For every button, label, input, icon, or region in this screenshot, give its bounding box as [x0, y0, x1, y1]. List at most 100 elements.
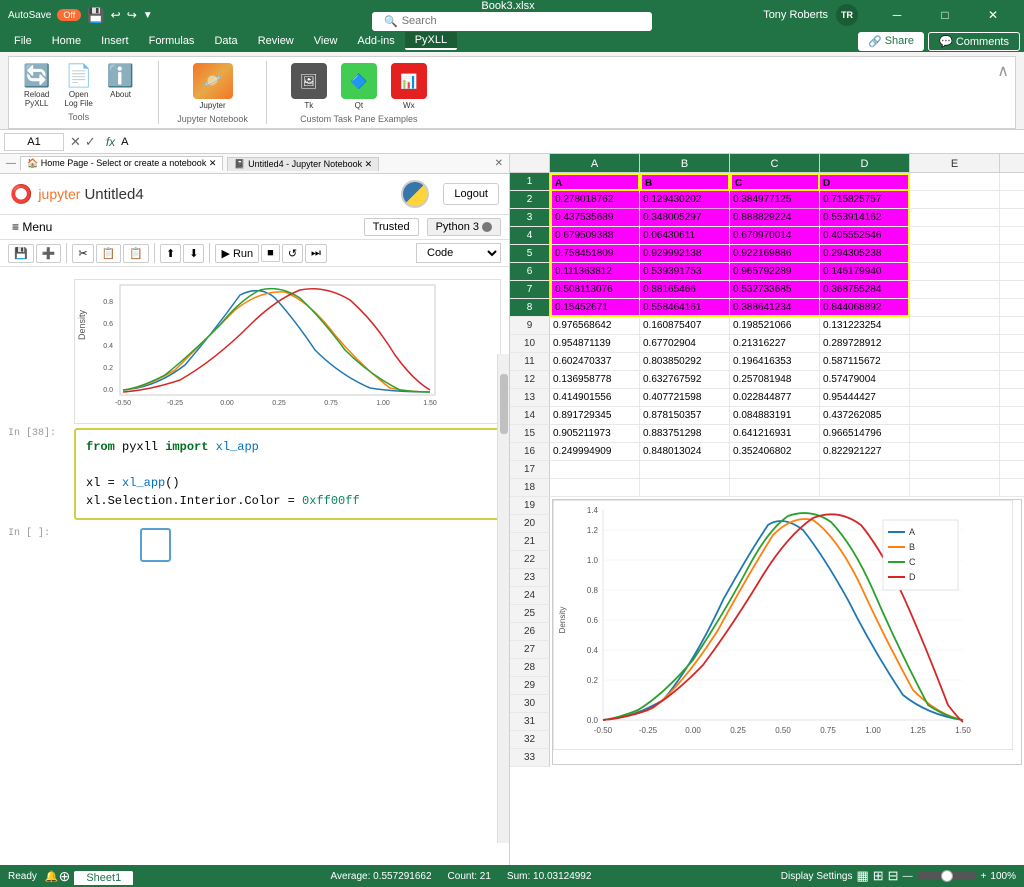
- cell-b14[interactable]: 0.878150357: [640, 407, 730, 425]
- panel-close-button[interactable]: ✕: [495, 158, 503, 169]
- page-layout-icon[interactable]: ⊞: [873, 868, 884, 884]
- cell-d8[interactable]: 0.844068892: [820, 299, 910, 317]
- cell-e17[interactable]: [910, 461, 1000, 479]
- paste-cell-button[interactable]: 📋: [123, 244, 149, 263]
- zoom-plus-icon[interactable]: +: [981, 871, 987, 882]
- menu-review[interactable]: Review: [248, 33, 304, 49]
- cell-e10[interactable]: [910, 335, 1000, 353]
- jupyter-button[interactable]: 🪐 Jupyter: [187, 61, 239, 112]
- col-header-d[interactable]: D: [820, 154, 910, 172]
- cell-d9[interactable]: 0.131223254: [820, 317, 910, 335]
- close-button[interactable]: ✕: [970, 0, 1016, 30]
- cell-b18[interactable]: [640, 479, 730, 497]
- fast-forward-button[interactable]: ⏭: [305, 244, 327, 263]
- cut-cell-button[interactable]: ✂: [72, 244, 93, 263]
- cell-a14[interactable]: 0.891729345: [550, 407, 640, 425]
- jupyter-scrollbar[interactable]: [497, 354, 509, 843]
- cell-e13[interactable]: [910, 389, 1000, 407]
- cell-c7[interactable]: 0.532733685: [730, 281, 820, 299]
- add-cell-button[interactable]: ➕: [36, 244, 62, 263]
- cell-a5[interactable]: 0.758451809: [550, 245, 640, 263]
- cell-c1[interactable]: C: [730, 173, 820, 191]
- cell-a11[interactable]: 0.602470337: [550, 353, 640, 371]
- cell-d1[interactable]: D: [820, 173, 910, 191]
- cell-c3[interactable]: 0.888829224: [730, 209, 820, 227]
- cell-c8[interactable]: 0.388641234: [730, 299, 820, 317]
- cell-c17[interactable]: [730, 461, 820, 479]
- cell-e1[interactable]: [910, 173, 1000, 191]
- cell-c4[interactable]: 0.670970014: [730, 227, 820, 245]
- open-log-button[interactable]: 📄 OpenLog File: [58, 61, 98, 110]
- logout-button[interactable]: Logout: [443, 183, 499, 205]
- save-notebook-button[interactable]: 💾: [8, 244, 34, 263]
- display-settings[interactable]: Display Settings: [781, 871, 853, 882]
- cell-a10[interactable]: 0.954871139: [550, 335, 640, 353]
- tk-button[interactable]: 🖼 Tk: [285, 61, 333, 112]
- interrupt-button[interactable]: ■: [261, 244, 280, 262]
- cell-b12[interactable]: 0.632767592: [640, 371, 730, 389]
- save-icon[interactable]: 💾: [87, 7, 104, 24]
- cell-b16[interactable]: 0.848013024: [640, 443, 730, 461]
- formula-confirm-icon[interactable]: ✓: [85, 134, 96, 150]
- col-header-a[interactable]: A: [550, 154, 640, 172]
- cell-e5[interactable]: [910, 245, 1000, 263]
- cell-d17[interactable]: [820, 461, 910, 479]
- minimize-button[interactable]: ─: [874, 0, 920, 30]
- cell-e14[interactable]: [910, 407, 1000, 425]
- copy-cell-button[interactable]: 📋: [96, 244, 122, 263]
- cell-d4[interactable]: 0.405552546: [820, 227, 910, 245]
- cell-c16[interactable]: 0.352406802: [730, 443, 820, 461]
- autosave-toggle[interactable]: Off: [57, 9, 81, 21]
- cell-b1[interactable]: B: [640, 173, 730, 191]
- cell-b15[interactable]: 0.883751298: [640, 425, 730, 443]
- panel-tab-homepage[interactable]: 🏠 Home Page - Select or create a noteboo…: [20, 156, 223, 171]
- cell-c10[interactable]: 0.21316227: [730, 335, 820, 353]
- cell-b9[interactable]: 0.160875407: [640, 317, 730, 335]
- wx-button[interactable]: 📊 Wx: [385, 61, 433, 112]
- cell-d13[interactable]: 0.95444427: [820, 389, 910, 407]
- page-break-icon[interactable]: ⊟: [888, 868, 899, 884]
- zoom-minus-icon[interactable]: —: [903, 871, 913, 882]
- cell-a17[interactable]: [550, 461, 640, 479]
- cell-a12[interactable]: 0.136958778: [550, 371, 640, 389]
- cell-b17[interactable]: [640, 461, 730, 479]
- qt-button[interactable]: 🔷 Qt: [335, 61, 383, 112]
- cell-c12[interactable]: 0.257081948: [730, 371, 820, 389]
- cell-d15[interactable]: 0.966514796: [820, 425, 910, 443]
- comments-button[interactable]: 💬 Comments: [928, 32, 1020, 51]
- cell-e15[interactable]: [910, 425, 1000, 443]
- formula-cancel-icon[interactable]: ✕: [70, 134, 81, 150]
- cell-e4[interactable]: [910, 227, 1000, 245]
- cell-d11[interactable]: 0.587115672: [820, 353, 910, 371]
- cell-c6[interactable]: 0.965792289: [730, 263, 820, 281]
- cell-a18[interactable]: [550, 479, 640, 497]
- cell-c14[interactable]: 0.084883191: [730, 407, 820, 425]
- cell-c11[interactable]: 0.196416353: [730, 353, 820, 371]
- menu-pyxll[interactable]: PyXLL: [405, 32, 457, 50]
- cell-e16[interactable]: [910, 443, 1000, 461]
- undo-icon[interactable]: ↩: [111, 8, 121, 22]
- notebook-name[interactable]: Untitled4: [84, 186, 143, 203]
- cell-a7[interactable]: 0.508113076: [550, 281, 640, 299]
- cell-c5[interactable]: 0.922169886: [730, 245, 820, 263]
- cell-b13[interactable]: 0.407721598: [640, 389, 730, 407]
- cell-d3[interactable]: 0.553914162: [820, 209, 910, 227]
- cell-e18[interactable]: [910, 479, 1000, 497]
- cell-e12[interactable]: [910, 371, 1000, 389]
- panel-tab-notebook[interactable]: 📓 Untitled4 - Jupyter Notebook ✕: [227, 157, 379, 171]
- cell-b3[interactable]: 0.348005297: [640, 209, 730, 227]
- cell-a13[interactable]: 0.414901556: [550, 389, 640, 407]
- cell-d16[interactable]: 0.822921227: [820, 443, 910, 461]
- cell-b2[interactable]: 0.129430202: [640, 191, 730, 209]
- search-box[interactable]: 🔍: [372, 12, 652, 31]
- cell-reference[interactable]: [4, 133, 64, 151]
- search-input[interactable]: [402, 15, 640, 27]
- cell-c18[interactable]: [730, 479, 820, 497]
- cell-e2[interactable]: [910, 191, 1000, 209]
- cell-d7[interactable]: 0.368755284: [820, 281, 910, 299]
- cell-a6[interactable]: 0.111363812: [550, 263, 640, 281]
- cell-e3[interactable]: [910, 209, 1000, 227]
- code-content-1[interactable]: from pyxll import xl_app xl = xl_app() x…: [74, 428, 501, 520]
- cell-a3[interactable]: 0.437535689: [550, 209, 640, 227]
- cell-b8[interactable]: 0.558464161: [640, 299, 730, 317]
